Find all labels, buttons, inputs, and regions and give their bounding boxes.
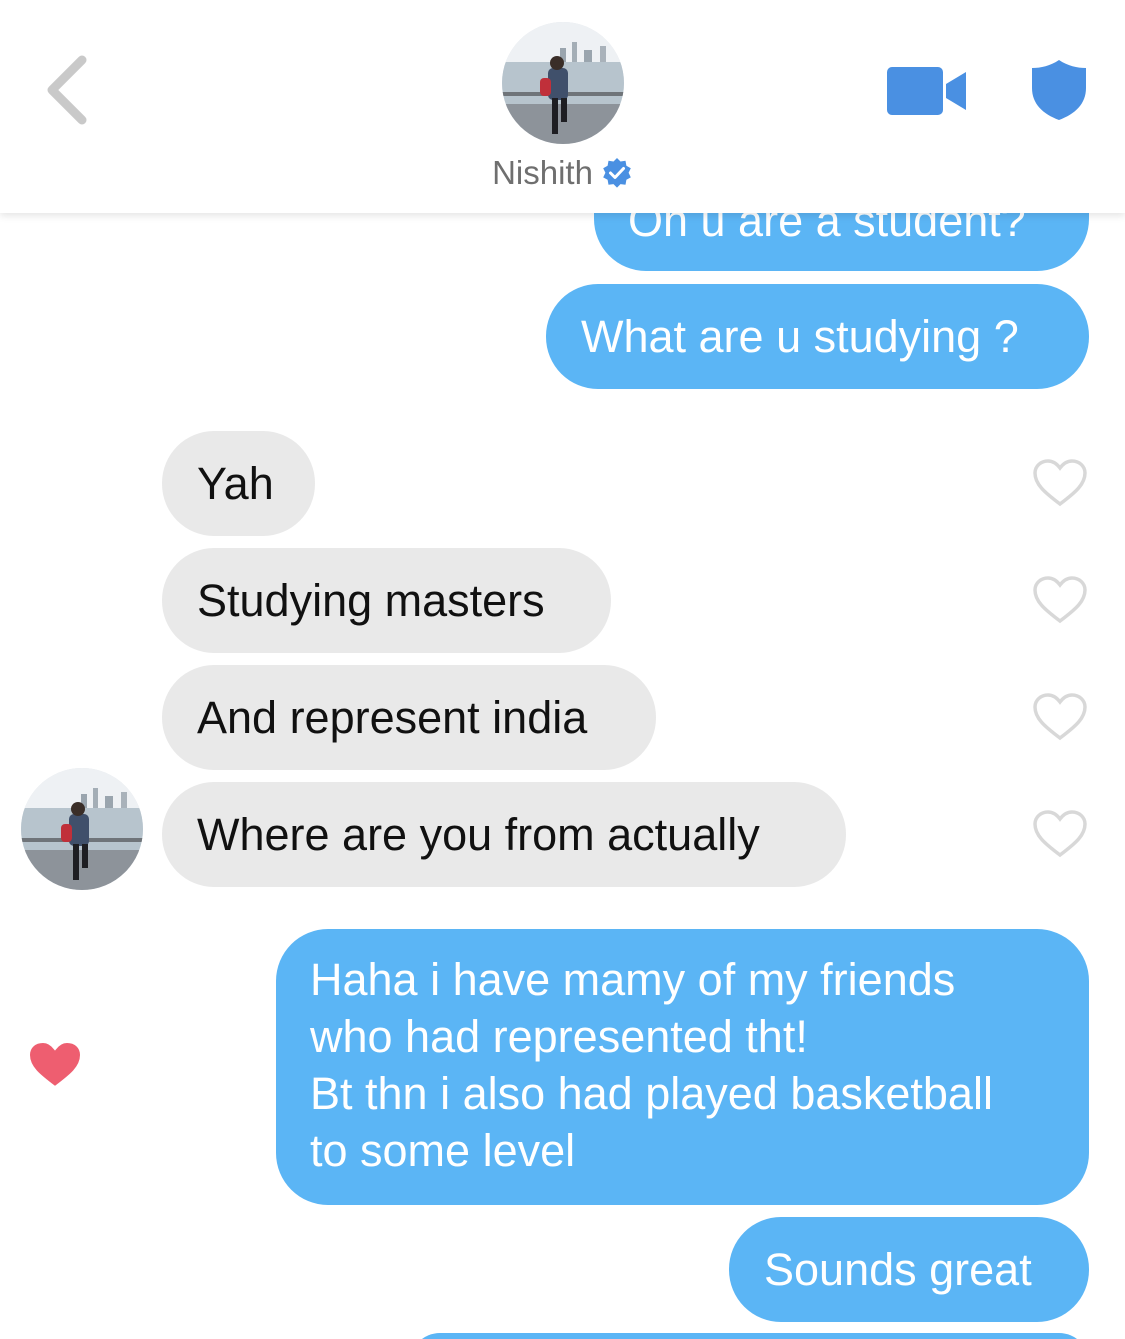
message-bubble-received[interactable]: Studying masters [162, 548, 611, 653]
message-text-line: Haha i have mamy of my friends [310, 954, 956, 1005]
message-text: And represent india [197, 692, 588, 743]
heart-outline-icon[interactable] [1032, 575, 1088, 625]
heart-outline-icon[interactable] [1032, 458, 1088, 508]
header-avatar[interactable] [502, 22, 624, 144]
shield-icon[interactable] [1030, 58, 1088, 122]
message-text-line: Bt thn i also had played basketball [310, 1068, 993, 1119]
contact-avatar[interactable] [21, 768, 143, 890]
message-text: Studying masters [197, 575, 545, 626]
message-bubble-sent[interactable]: What are u studying ? [546, 284, 1089, 389]
contact-name-row[interactable]: Nishith [0, 150, 1125, 196]
message-bubble-sent-partial[interactable] [410, 1333, 1089, 1339]
message-text: What are u studying ? [581, 311, 1019, 362]
heart-outline-icon[interactable] [1032, 692, 1088, 742]
heart-outline-icon[interactable] [1032, 809, 1088, 859]
message-text-line: who had represented tht! [310, 1011, 808, 1062]
video-camera-icon[interactable] [886, 66, 968, 116]
message-bubble-sent[interactable]: Sounds great [729, 1217, 1089, 1322]
message-bubble-sent[interactable]: Haha i have mamy of my friends who had r… [276, 929, 1089, 1205]
chat-screen: Oh u are a student? What are u studying … [0, 0, 1125, 1339]
message-bubble-received[interactable]: And represent india [162, 665, 656, 770]
heart-filled-icon[interactable] [27, 1040, 83, 1090]
chevron-left-icon[interactable] [40, 52, 100, 128]
contact-name: Nishith [492, 154, 593, 191]
message-bubble-received[interactable]: Yah [162, 431, 315, 536]
message-text: Sounds great [764, 1244, 1032, 1295]
verified-badge-icon [603, 158, 631, 188]
message-bubble-received[interactable]: Where are you from actually [162, 782, 846, 887]
chat-header: Nishith [0, 0, 1125, 213]
message-text-line: to some level [310, 1125, 576, 1176]
message-text: Where are you from actually [197, 809, 760, 860]
message-text: Yah [197, 458, 274, 509]
